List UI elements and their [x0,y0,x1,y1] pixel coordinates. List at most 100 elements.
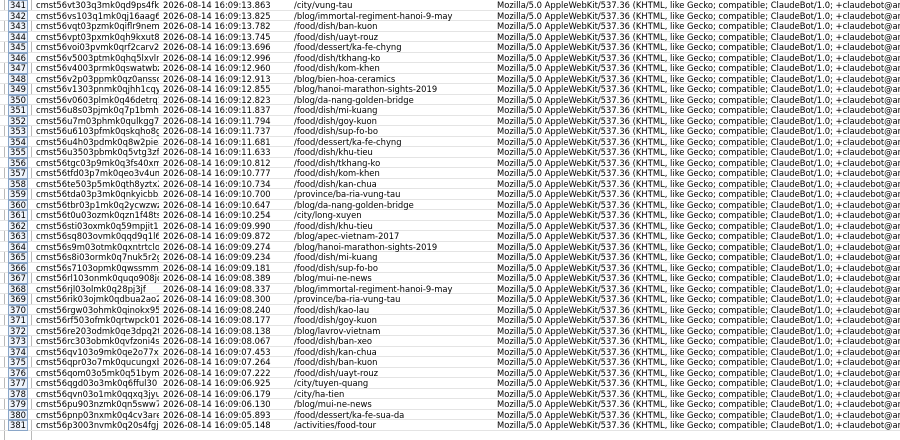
timestamp-cell: 2026-08-14 16:09:08.300 [163,294,271,304]
path-cell: /food/dessert/ka-fe-chyng [294,42,402,52]
user-agent-cell: Mozilla/5.0 AppleWebKit/537.36 (KHTML, l… [497,262,900,273]
request-id-cell: cmst56rik03ojmk0qdbua2ao2 [36,294,159,304]
table-row[interactable]: 357 cmst56tfd03p7mk0qeo3v4umo 2026-08-14 1… [0,168,900,179]
user-agent-cell: Mozilla/5.0 AppleWebKit/537.36 (KHTML, l… [497,252,900,262]
path-cell: /food/dish/kom-khen [294,63,380,73]
row-number: 371 [8,315,28,326]
table-row[interactable]: 364 cmst56s9m03otmk0qxntrtclo 2026-08-14 1… [0,241,900,252]
timestamp-cell: 2026-08-14 16:09:13.782 [163,21,271,31]
request-id-cell: cmst56s7103opmk0qwssmmj7j [36,262,159,273]
path-cell: /city/vung-tau [294,0,353,10]
table-row[interactable]: 343 cmst56vqt03pzmk0qiflr9nem 2026-08-14 1… [0,21,900,32]
user-agent-cell: Mozilla/5.0 AppleWebKit/537.36 (KHTML, l… [497,31,900,42]
table-row[interactable]: 368 cmst56rjl03olmk0q28pj3jf 2026-08-14 16… [0,283,900,294]
table-row[interactable]: 371 cmst56rf503ofmk0qrtwpck01 2026-08-14 1… [0,315,900,326]
request-id-cell: cmst56te503p5mk0qth8yztx2 [36,178,159,189]
table-row[interactable]: 352 cmst56u7m03phmk0qulkgg71e 2026-08-14 1… [0,115,900,126]
request-id-cell: cmst56v5003ptmk0qhq5lxvlr [36,52,159,63]
request-id-cell: cmst56qom03o5mk0q51bymxm7 [36,367,159,378]
user-agent-cell: Mozilla/5.0 AppleWebKit/537.36 (KHTML, l… [497,168,900,178]
table-row[interactable]: 345 cmst56voi03pvmk0qrf2carv2 2026-08-14 1… [0,42,900,53]
table-row[interactable]: 359 cmst56tda03p3mk0qnkyicbb3 2026-08-14 1… [0,189,900,200]
table-row[interactable]: 366 cmst56s7103opmk0qwssmmj7j 2026-08-14 1… [0,262,900,273]
path-cell: /blog/hanoi-marathon-sights-2019 [294,241,438,252]
row-number: 377 [8,378,28,389]
request-id-cell: cmst56vt303q3mk0qd9ps4fko [36,0,159,10]
table-row[interactable]: 374 cmst56qv103o9mk0qe2o77xno 2026-08-14 1… [0,346,900,357]
table-row[interactable]: 341 cmst56vt303q3mk0qd9ps4fko 2026-08-14 1… [0,0,900,11]
table-row[interactable]: 349 cmst56v1303pnmk0qjhh1cqyd 2026-08-14 1… [0,84,900,95]
row-number: 347 [8,63,28,74]
path-cell: /food/dish/sup-fo-bo [294,126,378,136]
user-agent-cell: Mozilla/5.0 AppleWebKit/537.36 (KHTML, l… [497,378,900,388]
table-row[interactable]: 347 cmst56v4003prmk0qswatwbzy 2026-08-14 1… [0,63,900,74]
user-agent-cell: Mozilla/5.0 AppleWebKit/537.36 (KHTML, l… [497,388,900,399]
path-cell: /food/dish/mi-kuang [294,252,378,262]
request-id-cell: cmst56rjl03olmk0q28pj3jf [36,283,146,294]
table-row[interactable]: 369 cmst56rik03ojmk0qdbua2ao2 2026-08-14 1… [0,294,900,305]
row-number: 361 [8,210,28,221]
user-agent-cell: Mozilla/5.0 AppleWebKit/537.36 (KHTML, l… [497,147,900,157]
table-row[interactable]: 353 cmst56u6103pfmk0qskqho8gl 2026-08-14 1… [0,126,900,137]
user-agent-cell: Mozilla/5.0 AppleWebKit/537.36 (KHTML, l… [497,0,900,10]
timestamp-cell: 2026-08-14 16:09:08.138 [163,325,271,336]
user-agent-cell: Mozilla/5.0 AppleWebKit/537.36 (KHTML, l… [497,21,900,31]
table-row[interactable]: 351 cmst56u8s03pjmk0q7p1bmh8s 2026-08-14 1… [0,105,900,116]
row-number: 370 [8,304,28,315]
table-row[interactable]: 348 cmst56v2p03ppmk0qz0anssc 2026-08-14 16… [0,73,900,84]
table-row[interactable]: 360 cmst56tbr03p1mk0q2ycwzwzu 2026-08-14 1… [0,199,900,210]
request-id-cell: cmst56voi03pvmk0qrf2carv2 [36,42,159,52]
table-row[interactable]: 344 cmst56vpt03pxmk0qh9kxut8b 2026-08-14 1… [0,31,900,42]
user-agent-cell: Mozilla/5.0 AppleWebKit/537.36 (KHTML, l… [497,42,900,52]
row-number: 366 [8,262,28,273]
user-agent-cell: Mozilla/5.0 AppleWebKit/537.36 (KHTML, l… [497,126,900,136]
user-agent-cell: Mozilla/5.0 AppleWebKit/537.36 (KHTML, l… [497,63,900,73]
table-row[interactable]: 376 cmst56qom03o5mk0q51bymxm7 2026-08-14 1… [0,367,900,378]
timestamp-cell: 2026-08-14 16:09:06.179 [163,388,271,399]
table-row[interactable]: 381 cmst56p3003nvmk0q20s4fgj 2026-08-14 16… [0,420,900,431]
table-row[interactable]: 380 cmst56pnp03nxmk0q4cv3are 2026-08-14 16… [0,409,900,420]
table-row[interactable]: 356 cmst56tgc03p9mk0q3fs40xm0 2026-08-14 1… [0,157,900,168]
table-row[interactable]: 367 cmst56rl103onmk0quqo908jd 2026-08-14 1… [0,273,900,284]
table-row[interactable]: 350 cmst56v0603plmk0q46detrq1 2026-08-14 1… [0,94,900,105]
row-number: 364 [8,241,28,252]
table-row[interactable]: 362 cmst56sti03oxmk0q59mpjit1 2026-08-14 1… [0,220,900,231]
table-row[interactable]: 358 cmst56te503p5mk0qth8yztx2 2026-08-14 1… [0,178,900,189]
path-cell: /food/dish/kan-chua [294,178,377,189]
table-row[interactable]: 346 cmst56v5003ptmk0qhq5lxvlr 2026-08-14 1… [0,52,900,63]
path-cell: /blog/hanoi-marathon-sights-2019 [294,84,438,94]
request-id-cell: cmst56pu903nzmk0qn5sww7yr [36,399,159,409]
table-row[interactable]: 379 cmst56pu903nzmk0qn5sww7yr 2026-08-14 1… [0,399,900,410]
table-row[interactable]: 377 cmst56qgd03o3mk0q6fful30 2026-08-14 16… [0,378,900,389]
timestamp-cell: 2026-08-14 16:09:13.745 [163,31,271,42]
timestamp-cell: 2026-08-14 16:09:06.130 [163,399,271,409]
table-row[interactable]: 375 cmst56qpr03o7mk0qucungxbt 2026-08-14 1… [0,357,900,368]
table-row[interactable]: 361 cmst56t0u03ozmk0qzn1f48ts 2026-08-14 1… [0,210,900,221]
user-agent-cell: Mozilla/5.0 AppleWebKit/537.36 (KHTML, l… [497,210,900,220]
user-agent-cell: Mozilla/5.0 AppleWebKit/537.36 (KHTML, l… [497,231,900,241]
table-row[interactable]: 363 cmst56sq803ovmk0qqd9q1l6e 2026-08-14 1… [0,231,900,242]
request-id-cell: cmst56t0u03ozmk0qzn1f48ts [36,210,159,220]
timestamp-cell: 2026-08-14 16:09:08.337 [163,283,271,294]
table-row[interactable]: 354 cmst56u4h03pdmk0q8w2pieaz 2026-08-14 1… [0,136,900,147]
table-row[interactable]: 372 cmst56re203odmk0qe3dpq2to 2026-08-14 1… [0,325,900,336]
user-agent-cell: Mozilla/5.0 AppleWebKit/537.36 (KHTML, l… [497,136,900,147]
row-number: 363 [8,231,28,242]
user-agent-cell: Mozilla/5.0 AppleWebKit/537.36 (KHTML, l… [497,52,900,63]
user-agent-cell: Mozilla/5.0 AppleWebKit/537.36 (KHTML, l… [497,94,900,105]
table-row[interactable]: 342 cmst56vs103q1mk0qj16aag6w 2026-08-14 1… [0,10,900,21]
path-cell: /city/tuyen-quang [294,378,369,388]
request-id-cell: cmst56vqt03pzmk0qiflr9nem [36,21,159,31]
path-cell: /food/dish/sup-fo-bo [294,262,378,273]
timestamp-cell: 2026-08-14 16:09:11.633 [163,147,271,157]
table-row[interactable]: 365 cmst56s8i03ormk0q7nuk5r2g 2026-08-14 1… [0,252,900,263]
table-row[interactable]: 355 cmst56u3503pbmk0q5vtg3zf5 2026-08-14 1… [0,147,900,158]
timestamp-cell: 2026-08-14 16:09:10.734 [163,178,271,189]
path-cell: /food/dish/tkhang-ko [294,52,381,63]
user-agent-cell: Mozilla/5.0 AppleWebKit/537.36 (KHTML, l… [497,157,900,168]
path-cell: /food/dish/goy-kuon [294,115,377,126]
table-row[interactable]: 378 cmst56qvn03o1mk0qqxq3jyua 2026-08-14 1… [0,388,900,399]
table-row[interactable]: 373 cmst56rc303obmk0qvfzoni4s 2026-08-14 1… [0,336,900,347]
table-row[interactable]: 370 cmst56rgw03ohmk0qinokx95r 2026-08-14 1… [0,304,900,315]
request-id-cell: cmst56s8i03ormk0q7nuk5r2g [36,252,159,262]
